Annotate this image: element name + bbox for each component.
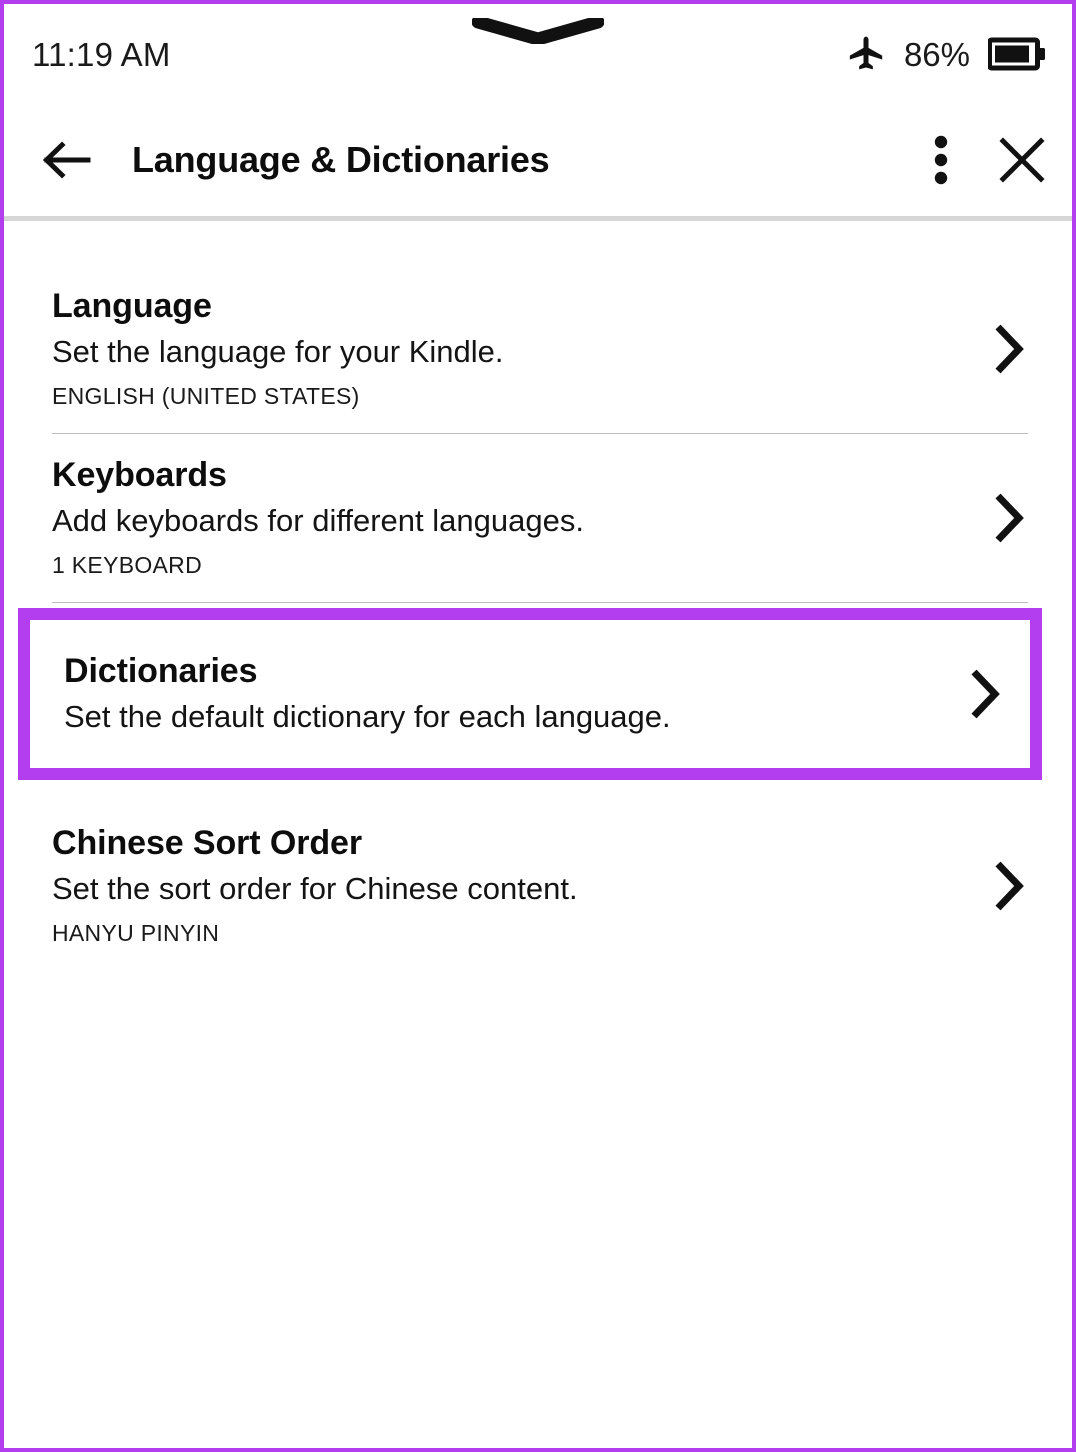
page-title: Language & Dictionaries xyxy=(132,139,550,180)
battery-icon xyxy=(988,37,1046,71)
airplane-mode-icon xyxy=(846,33,886,75)
row-title: Language xyxy=(52,287,212,326)
pull-down-chevron-handle-icon[interactable] xyxy=(471,15,605,46)
settings-row-dictionaries[interactable]: Dictionaries Set the default dictionary … xyxy=(30,620,1030,768)
row-title: Chinese Sort Order xyxy=(52,824,362,863)
row-text-group: Language Set the language for your Kindl… xyxy=(52,286,968,411)
app-bar: Language & Dictionaries xyxy=(4,104,1072,216)
row-description: Set the sort order for Chinese content. xyxy=(52,871,578,907)
back-arrow-icon[interactable] xyxy=(40,139,92,181)
status-clock: 11:19 AM xyxy=(32,35,171,73)
chevron-right-icon[interactable] xyxy=(988,490,1028,546)
highlight-bottom-spacer xyxy=(4,780,1072,802)
three-dot-menu-icon[interactable] xyxy=(932,134,950,186)
list-divider xyxy=(52,602,1028,603)
chevron-right-icon[interactable] xyxy=(988,858,1028,914)
row-title: Dictionaries xyxy=(64,651,258,690)
status-bar: 11:19 AM 86% xyxy=(4,4,1072,104)
row-current-value: 1 KEYBOARD xyxy=(52,551,202,578)
battery-percent-label: 86% xyxy=(903,35,970,73)
row-title: Keyboards xyxy=(52,456,227,495)
settings-list: Language Set the language for your Kindl… xyxy=(4,221,1072,970)
row-description: Set the default dictionary for each lang… xyxy=(64,698,671,734)
row-current-value: HANYU PINYIN xyxy=(52,919,220,946)
status-indicators: 86% xyxy=(846,33,1046,75)
row-text-group: Dictionaries Set the default dictionary … xyxy=(64,651,944,737)
kindle-settings-screen: 11:19 AM 86% Language & Dictionaries Lan… xyxy=(0,0,1076,1452)
settings-row-chinese-sort-order[interactable]: Chinese Sort Order Set the sort order fo… xyxy=(4,802,1072,970)
close-x-icon[interactable] xyxy=(998,136,1046,184)
highlight-annotation-box: Dictionaries Set the default dictionary … xyxy=(18,608,1042,780)
row-description: Set the language for your Kindle. xyxy=(52,334,504,370)
row-description: Add keyboards for different languages. xyxy=(52,503,584,539)
chevron-right-icon[interactable] xyxy=(964,666,1004,722)
app-bar-actions xyxy=(932,134,1046,186)
list-top-spacer xyxy=(4,221,1072,265)
row-text-group: Chinese Sort Order Set the sort order fo… xyxy=(52,823,968,948)
settings-row-keyboards[interactable]: Keyboards Add keyboards for different la… xyxy=(4,434,1072,602)
chevron-right-icon[interactable] xyxy=(988,321,1028,377)
row-current-value: ENGLISH (UNITED STATES) xyxy=(52,382,360,409)
row-text-group: Keyboards Add keyboards for different la… xyxy=(52,455,968,580)
settings-row-language[interactable]: Language Set the language for your Kindl… xyxy=(4,265,1072,433)
